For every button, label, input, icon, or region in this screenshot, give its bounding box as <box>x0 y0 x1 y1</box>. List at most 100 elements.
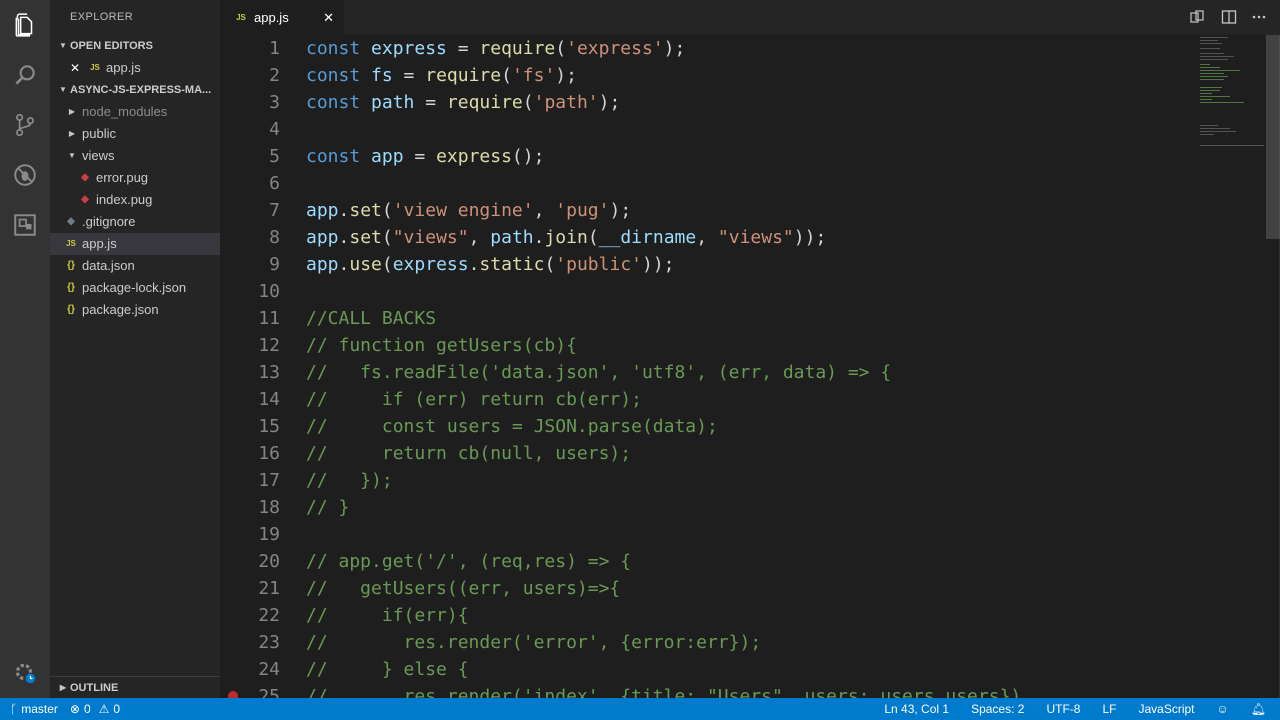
code-token: static <box>479 254 545 275</box>
code-token: ( <box>544 254 556 275</box>
tree-item-public[interactable]: ▶ public <box>50 123 220 145</box>
code-line[interactable]: 9 app.use(express.static('public')); <box>220 251 1180 278</box>
extensions-icon[interactable] <box>0 200 50 250</box>
code-token: 'fs' <box>511 65 556 86</box>
close-icon[interactable]: ✕ <box>323 10 334 26</box>
code-line[interactable]: 11 //CALL BACKS <box>220 305 1180 332</box>
line-number: 2 <box>269 65 280 86</box>
code-line[interactable]: 19 <box>220 521 1180 548</box>
code-line[interactable]: 7 app.set('view engine', 'pug'); <box>220 197 1180 224</box>
code-text: // res.render('index', {title: "Users", … <box>306 683 1021 698</box>
code-line[interactable]: 3 const path = require('path'); <box>220 89 1180 116</box>
code-line[interactable]: 20 // app.get('/', (req,res) => { <box>220 548 1180 575</box>
code-token: ); <box>663 38 686 59</box>
code-text: const app = express(); <box>306 143 544 170</box>
gear-icon[interactable] <box>0 648 50 698</box>
line-number: 5 <box>269 146 280 167</box>
tree-item-node-modules[interactable]: ▶ node_modules <box>50 101 220 123</box>
tree-item-app-js[interactable]: JS app.js <box>50 233 220 255</box>
tree-item-label: .gitignore <box>82 214 136 229</box>
code-line[interactable]: 5 const app = express(); <box>220 143 1180 170</box>
feedback-icon[interactable]: ☺ <box>1217 702 1229 716</box>
more-actions-icon[interactable] <box>1250 8 1268 26</box>
cursor-position[interactable]: Ln 43, Col 1 <box>884 702 949 716</box>
tab-app-js[interactable]: JS app.js ✕ <box>220 0 344 35</box>
search-icon[interactable] <box>0 50 50 100</box>
editor-tab-bar: JS app.js ✕ <box>220 0 1280 35</box>
tree-item-views[interactable]: ▼ views <box>50 145 220 167</box>
code-line[interactable]: 22 // if(err){ <box>220 602 1180 629</box>
tree-item-index-pug[interactable]: ◆ index.pug <box>50 189 220 211</box>
code-editor[interactable]: 1 const express = require('express'); 2 con… <box>220 35 1280 698</box>
open-editors-header[interactable]: ▼ OPEN EDITORS <box>50 35 220 57</box>
open-changes-icon[interactable] <box>1188 8 1206 26</box>
code-line[interactable]: 10 <box>220 278 1180 305</box>
line-ending[interactable]: LF <box>1102 702 1116 716</box>
code-line[interactable]: 1 const express = require('express'); <box>220 35 1180 62</box>
source-control-icon[interactable] <box>0 100 50 150</box>
tree-item-error-pug[interactable]: ◆ error.pug <box>50 167 220 189</box>
line-number: 1 <box>269 38 280 59</box>
indentation[interactable]: Spaces: 2 <box>971 702 1024 716</box>
code-line[interactable]: 24 // } else { <box>220 656 1180 683</box>
code-token: //CALL BACKS <box>306 308 437 329</box>
code-line[interactable]: 25// res.render('index', {title: "Users"… <box>220 683 1180 698</box>
tree-item-data-json[interactable]: {} data.json <box>50 255 220 277</box>
status-bar: ᚴ master ⊗ 0 ⚠ 0 Ln 43, Col 1 Spaces: 2 … <box>0 698 1280 720</box>
close-icon[interactable]: ✕ <box>68 57 82 79</box>
code-text: // }); <box>306 467 393 494</box>
code-line[interactable]: 16 // return cb(null, users); <box>220 440 1180 467</box>
code-line[interactable]: 21 // getUsers((err, users)=>{ <box>220 575 1180 602</box>
code-token: // app.get('/', (req,res) => { <box>306 551 632 572</box>
language-mode[interactable]: JavaScript <box>1138 702 1194 716</box>
code-token: set <box>349 227 382 248</box>
split-editor-icon[interactable] <box>1220 8 1238 26</box>
debug-icon[interactable] <box>0 150 50 200</box>
code-token: // const users = JSON.parse(data); <box>306 416 718 437</box>
code-token: const <box>306 38 372 59</box>
encoding[interactable]: UTF-8 <box>1046 702 1080 716</box>
code-line[interactable]: 17 // }); <box>220 467 1180 494</box>
branch-indicator[interactable]: ᚴ master <box>10 702 58 716</box>
project-folder-header[interactable]: ▼ ASYNC-JS-EXPRESS-MA... <box>50 79 220 101</box>
code-token: set <box>349 200 382 221</box>
code-token: ( <box>522 92 534 113</box>
code-line[interactable]: 15 // const users = JSON.parse(data); <box>220 413 1180 440</box>
code-token: app <box>371 146 404 167</box>
open-editor-item-app-js[interactable]: ✕ JS app.js <box>50 57 220 79</box>
tree-item-label: node_modules <box>82 104 168 119</box>
code-token: app <box>306 254 339 275</box>
scrollbar-thumb[interactable] <box>1266 35 1280 239</box>
outline-header[interactable]: ▶ OUTLINE <box>50 676 220 698</box>
tree-item-package-lock-json[interactable]: {} package-lock.json <box>50 277 220 299</box>
line-number: 23 <box>258 632 280 653</box>
tree-item-package-json[interactable]: {} package.json <box>50 299 220 321</box>
notifications-icon[interactable]: 🔔︎ <box>1251 702 1266 716</box>
code-line[interactable]: 6 <box>220 170 1180 197</box>
line-number: 9 <box>269 254 280 275</box>
code-line[interactable]: 18 // } <box>220 494 1180 521</box>
line-number: 10 <box>258 281 280 302</box>
code-line[interactable]: 2 const fs = require('fs'); <box>220 62 1180 89</box>
code-token: path <box>490 227 534 248</box>
problems-indicator[interactable]: ⊗ 0 ⚠ 0 <box>70 702 120 716</box>
code-line[interactable]: 12 // function getUsers(cb){ <box>220 332 1180 359</box>
code-text: // } <box>306 494 349 521</box>
code-line[interactable]: 14 // if (err) return cb(err); <box>220 386 1180 413</box>
files-icon[interactable] <box>0 0 50 50</box>
code-line[interactable]: 23 // res.render('error', {error:err}); <box>220 629 1180 656</box>
code-line[interactable]: 4 <box>220 116 1180 143</box>
line-number: 13 <box>258 362 280 383</box>
code-token: path <box>371 92 415 113</box>
error-count: 0 <box>83 702 91 716</box>
code-token: = <box>446 38 480 59</box>
line-number: 19 <box>258 524 280 545</box>
tree-item-gitignore[interactable]: ◆ .gitignore <box>50 211 220 233</box>
code-line[interactable]: 13 // fs.readFile('data.json', 'utf8', (e… <box>220 359 1180 386</box>
code-line[interactable]: 8 app.set("views", path.join(__dirname, "… <box>220 224 1180 251</box>
code-token: ( <box>555 38 567 59</box>
line-number: 12 <box>258 335 280 356</box>
code-text: // return cb(null, users); <box>306 440 631 467</box>
code-token: 'pug' <box>555 200 610 221</box>
minimap[interactable] <box>1196 35 1266 155</box>
